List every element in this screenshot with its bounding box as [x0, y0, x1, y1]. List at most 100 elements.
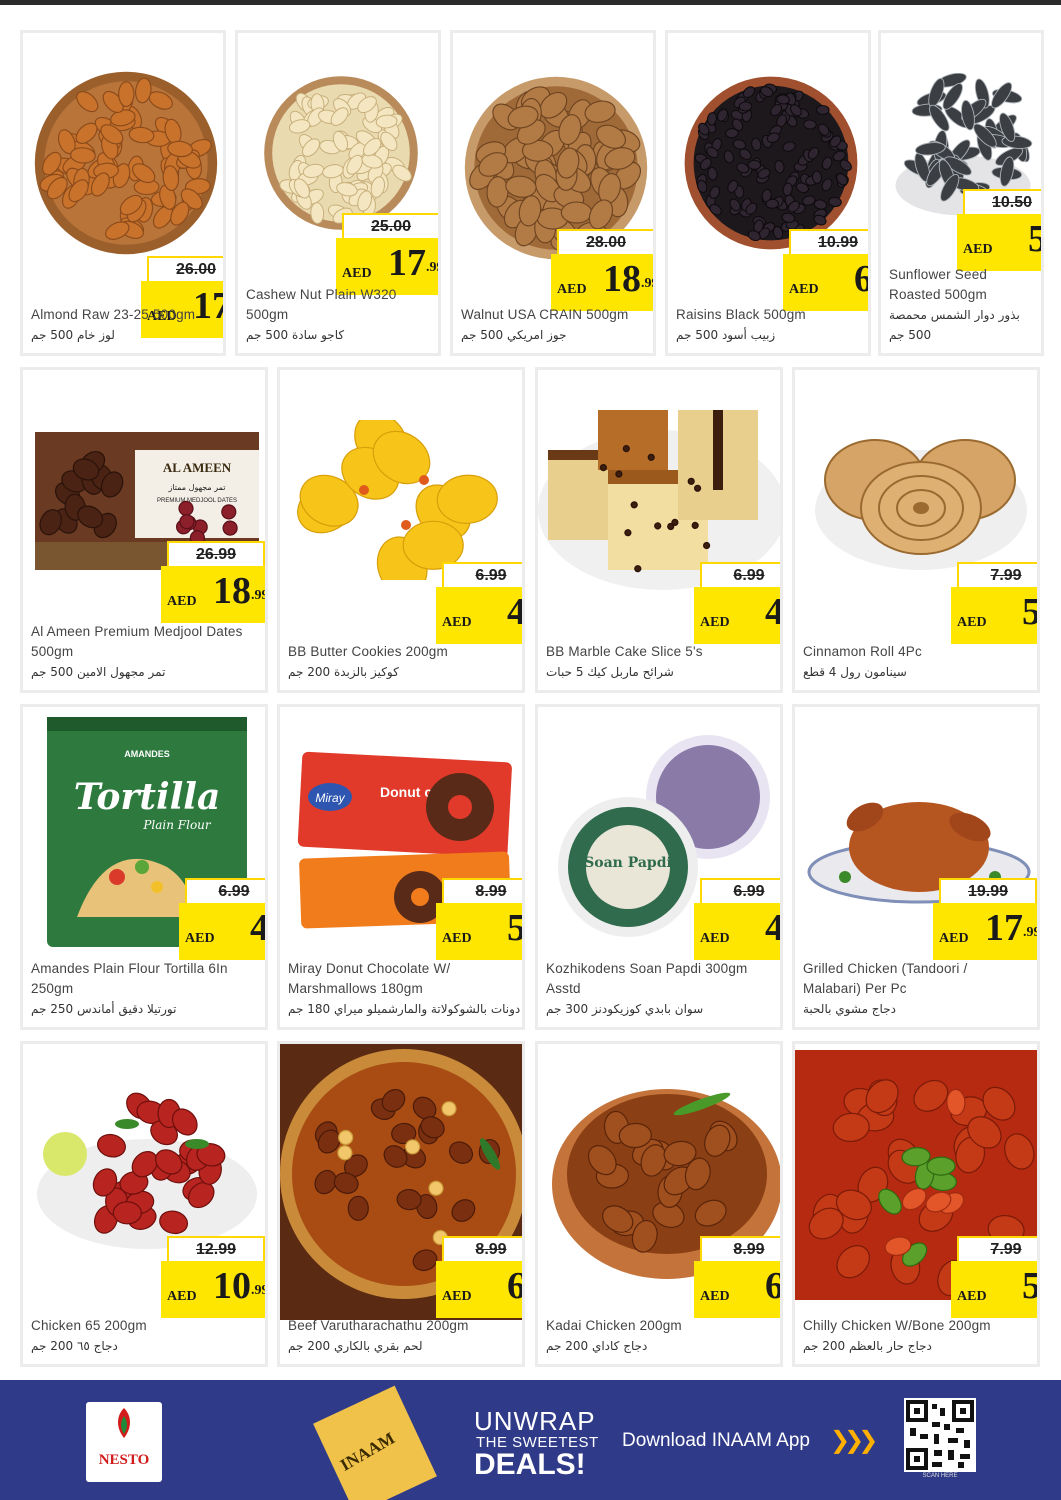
- price-integer: 5: [507, 907, 525, 949]
- currency: AED: [342, 266, 372, 281]
- product-name-arabic: دجاج ٦٥ 200 جم: [31, 1339, 118, 1353]
- product-name: Kozhikodens Soan Papdi 300gm: [546, 961, 748, 976]
- currency: AED: [957, 1289, 987, 1304]
- product-name-line2: 250gm: [31, 981, 74, 996]
- currency: AED: [442, 931, 472, 946]
- new-price-box: AED5.99: [951, 587, 1037, 644]
- old-price: 8.99: [442, 1236, 522, 1263]
- price-tag: 8.99AED5.99: [436, 878, 525, 960]
- svg-text:Tortilla: Tortilla: [74, 776, 221, 818]
- product-name-block: Amandes Plain Flour Tortilla 6In 250gm تور…: [31, 959, 265, 1019]
- download-app-link[interactable]: Download INAAM App: [622, 1430, 810, 1452]
- qr-code[interactable]: [904, 1398, 976, 1472]
- product-card[interactable]: 7.99AED5.99Cinnamon Roll 4Pcسينامون رول …: [792, 367, 1040, 693]
- new-price-box: AED 18.99: [161, 566, 268, 623]
- currency: AED: [167, 594, 197, 609]
- product-name-block: Al Ameen Premium Medjool Dates 500gm تمر م…: [31, 622, 265, 682]
- price-tag: 6.99AED4.99: [436, 562, 522, 644]
- product-card[interactable]: 8.99AED6.99Kadai Chicken 200gmدجاج كاداي…: [535, 1041, 783, 1367]
- old-price: 25.00: [342, 213, 438, 240]
- price-decimal: .99: [251, 1283, 268, 1298]
- top-border: [0, 0, 1061, 5]
- new-price-box: AED6.99: [436, 1261, 525, 1318]
- product-card[interactable]: 25.00 AED 17.99 Cashew Nut Plain W320 500gm ك…: [235, 30, 441, 356]
- price-tag: 6.99AED4.99: [179, 878, 265, 960]
- price-integer: 5: [1007, 219, 1041, 259]
- old-price: 19.99: [939, 878, 1037, 905]
- currency: AED: [957, 615, 987, 630]
- product-card[interactable]: 7.99AED5.99Chilly Chicken W/Bone 200gmدج…: [792, 1041, 1040, 1367]
- currency: AED: [185, 931, 215, 946]
- new-price-box: AED5.99: [957, 214, 1041, 271]
- currency: AED: [442, 615, 472, 630]
- qr-code-icon: [906, 1400, 974, 1470]
- price-decimal: .99: [641, 276, 653, 291]
- old-price: 10.99: [789, 229, 868, 256]
- price-tag: 6.99AED4.99: [694, 878, 783, 960]
- product-name-arabic: جوز امريكي 500 جم: [461, 328, 567, 342]
- product-card[interactable]: 19.99 AED 17.99 Grilled Chicken (Tandoori /…: [792, 704, 1040, 1030]
- old-price: 28.00: [557, 229, 653, 256]
- product-name-line2: Roasted 500gm: [889, 287, 987, 302]
- svg-text:PREMIUM MEDJOOL DATES: PREMIUM MEDJOOL DATES: [157, 498, 237, 504]
- price-decimal: .99: [1023, 925, 1040, 940]
- price-decimal: .99: [251, 588, 268, 603]
- product-card[interactable]: AMANDES TortillaPlain Flour 6.99AED4.99Ama…: [20, 704, 268, 1030]
- product-name-block: Kozhikodens Soan Papdi 300gm Asstd سوان با…: [546, 959, 780, 1019]
- svg-text:Soan Papdi: Soan Papdi: [584, 855, 672, 871]
- product-name-block: Miray Donut Chocolate W/Marshmallows 180…: [288, 959, 522, 1019]
- product-card[interactable]: 28.00 AED 18.99 Walnut USA CRAIN 500gm جوز ا…: [450, 30, 656, 356]
- old-price: 12.99: [167, 1236, 265, 1263]
- product-name-line2: Marshmallows 180gm: [288, 981, 423, 996]
- product-name: BB Marble Cake Slice 5's: [546, 644, 703, 659]
- price-tag: 26.99 AED 18.99: [161, 541, 268, 623]
- currency: AED: [939, 931, 969, 946]
- price-tag: 7.99AED5.99: [951, 562, 1037, 644]
- product-card[interactable]: 10.50AED5.99Sunflower SeedRoasted 500gmب…: [878, 30, 1044, 356]
- product-card[interactable]: 8.99AED6.99Beef Varutharachathu 200gmلحم…: [277, 1041, 525, 1367]
- product-card[interactable]: Soan Papdi 6.99AED4.99Kozhikodens Soan Pa…: [535, 704, 783, 1030]
- nesto-logo[interactable]: NESTO: [86, 1402, 162, 1482]
- price-integer: 6: [765, 1265, 783, 1307]
- currency: AED: [789, 282, 819, 297]
- product-card[interactable]: MirayDonut cake8.99AED5.99Miray Donut Ch…: [277, 704, 525, 1030]
- price-integer: 6: [507, 1265, 525, 1307]
- old-price: 10.50: [963, 189, 1041, 216]
- product-name: Cashew Nut Plain W320: [246, 287, 397, 302]
- chevrons-right-icon: ❯❯❯: [830, 1426, 878, 1454]
- new-price-box: AED5.99: [436, 903, 525, 960]
- price-integer: 4: [765, 907, 783, 949]
- promo-footer: NESTO INAAM UNWRAP THE SWEETEST DEALS! D…: [0, 1380, 1061, 1500]
- promo-line-3: DEALS!: [474, 1448, 586, 1481]
- old-price: 6.99: [700, 878, 780, 905]
- new-price-box: AED 17.99: [933, 903, 1040, 960]
- price-integer: 5: [1022, 1265, 1040, 1307]
- product-name-arabic: كاجو سادة 500 جم: [246, 328, 345, 342]
- old-price: 26.99: [167, 541, 265, 568]
- product-name-arabic: دونات بالشوكولاتة والمارشميلو ميراي 180 …: [288, 1002, 521, 1016]
- product-card[interactable]: AL AMEEN تمر مجهول ممتاز PREMIUM MEDJOOL D…: [20, 367, 268, 693]
- svg-text:AMANDES: AMANDES: [124, 749, 170, 759]
- product-image: [676, 73, 866, 253]
- price-tag: 25.00 AED 17.99: [336, 213, 438, 295]
- product-image: [31, 63, 221, 263]
- product-name-arabic: لوز خام 500 جم: [31, 328, 115, 342]
- product-card[interactable]: 26.00AED17.99Almond Raw 23-25 500gmلوز خ…: [20, 30, 226, 356]
- product-card[interactable]: 10.99AED6.99Raisins Black 500gmزبيب أسود…: [665, 30, 871, 356]
- product-name-arabic: بذور دوار الشمس محمصة: [889, 308, 1020, 322]
- product-card[interactable]: 6.99AED4.99BB Marble Cake Slice 5's شرائح…: [535, 367, 783, 693]
- price-tag: 6.99AED4.99: [694, 562, 780, 644]
- svg-text:Plain Flour: Plain Flour: [142, 818, 212, 832]
- price-tag: 8.99AED6.99: [694, 1236, 783, 1318]
- product-name-arabic: دجاج حار بالعظم 200 جم: [803, 1339, 932, 1353]
- product-name: Walnut USA CRAIN 500gm: [461, 307, 629, 322]
- product-name-arabic: شرائح ماربل كيك 5 حبات: [546, 665, 674, 679]
- product-name-line2: Malabari) Per Pc: [803, 981, 907, 996]
- product-name: Miray Donut Chocolate W/: [288, 961, 451, 976]
- product-name: BB Butter Cookies 200gm: [288, 644, 448, 659]
- price-integer: 18: [603, 258, 641, 300]
- product-image: [246, 73, 436, 233]
- product-card[interactable]: 6.99AED4.99BB Butter Cookies 200gmكوكيز …: [277, 367, 525, 693]
- svg-text:Miray: Miray: [315, 791, 345, 805]
- product-card[interactable]: 12.99 AED 10.99 Chicken 65 200gm دجاج ٦٥ 200…: [20, 1041, 268, 1367]
